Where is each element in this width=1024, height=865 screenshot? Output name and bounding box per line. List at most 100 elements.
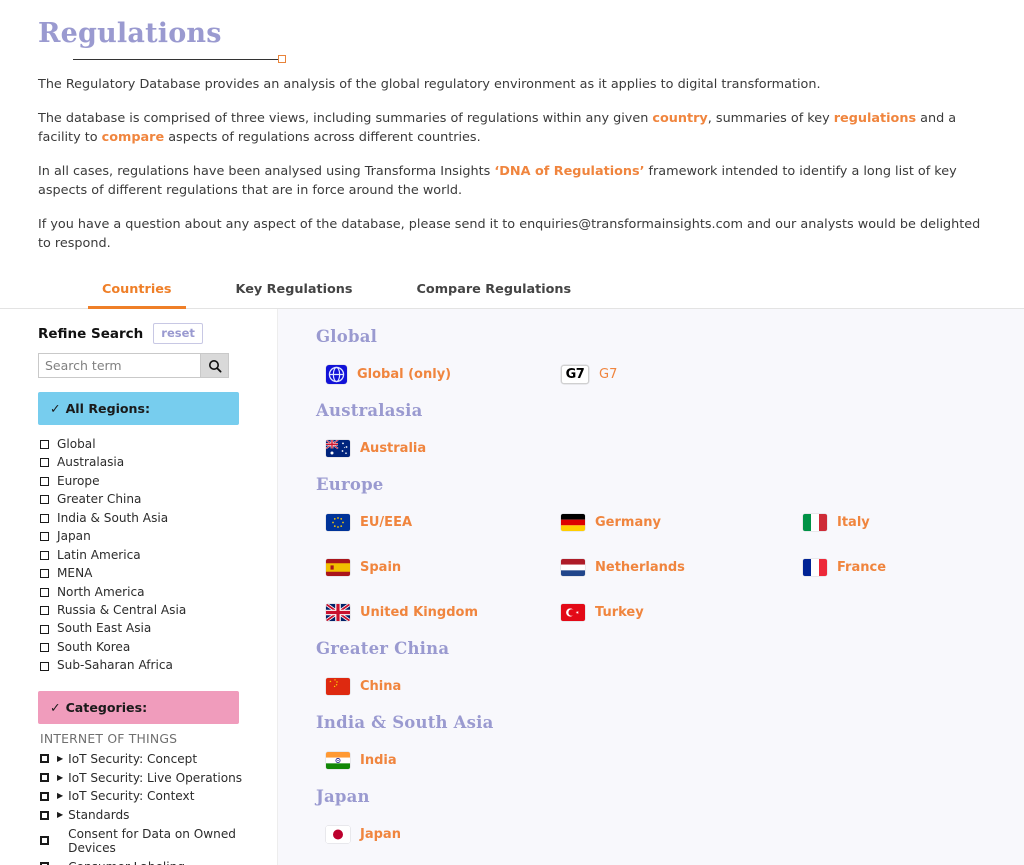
country-name: United Kingdom [360,605,478,620]
category-list: ▶IoT Security: Concept▶IoT Security: Liv… [0,749,277,865]
country-name: China [360,679,401,694]
categories-header[interactable]: ✓ Categories: [38,691,239,724]
checkbox-icon[interactable] [40,514,49,523]
inline-link[interactable]: regulations [834,111,916,126]
flag-italy [803,514,827,531]
checkbox-icon[interactable] [40,569,49,578]
region-title: Japan [316,787,1024,806]
region-filter-item[interactable]: Japan [40,527,277,545]
category-item[interactable]: ▶ IoT Security: Live Operations [40,768,277,787]
category-item[interactable]: ▶IoT Security: Concept [40,749,277,768]
checkbox-icon[interactable] [40,606,49,615]
region-block: Greater China China [278,639,1024,709]
flag-netherlands [561,559,585,576]
checkbox-icon[interactable] [40,811,49,820]
region-block: GlobalGlobal (only)G7G7 [278,327,1024,397]
region-filter-label: Japan [57,530,91,543]
flag-japan [326,826,350,843]
region-filter-item[interactable]: Sub-Saharan Africa [40,657,277,675]
categories-label: Categories: [66,700,148,715]
country-link-france[interactable]: France [803,545,1024,590]
category-item[interactable]: ▶Standards [40,806,277,825]
region-filter-label: South Korea [57,641,130,654]
checkbox-icon[interactable] [40,477,49,486]
refine-search-row: Refine Search reset [0,323,277,344]
checkbox-icon[interactable] [40,792,49,801]
category-item[interactable]: ▶Consumer Labeling [40,857,277,865]
search-input[interactable] [38,353,200,378]
title-rule-marker [278,55,286,63]
region-title: Australasia [316,401,1024,420]
country-link-china[interactable]: China [326,664,561,709]
region-filter-item[interactable]: MENA [40,564,277,582]
country-link-japan[interactable]: Japan [326,812,561,857]
paragraph-text: The Regulatory Database provides an anal… [38,77,821,92]
country-link-germany[interactable]: Germany [561,500,803,545]
country-link-g7[interactable]: G7G7 [561,352,803,397]
all-regions-header[interactable]: ✓ All Regions: [38,392,239,425]
country-link-united-kingdom[interactable]: United Kingdom [326,590,561,635]
region-filter-item[interactable]: South Korea [40,638,277,656]
category-item[interactable]: ▶Consent for Data on Owned Devices [40,824,277,857]
regulations-page: Regulations The Regulatory Database prov… [0,0,1024,865]
intro-paragraph: In all cases, regulations have been anal… [38,162,986,201]
tab-countries[interactable]: Countries [88,282,186,309]
checkbox-icon[interactable] [40,625,49,634]
checkbox-icon[interactable] [40,551,49,560]
category-item-label: IoT Security: Live Operations [68,771,242,785]
inline-link[interactable]: country [652,111,707,126]
country-link-netherlands[interactable]: Netherlands [561,545,803,590]
checkbox-icon[interactable] [40,495,49,504]
country-grid: Global (only)G7G7 [278,352,1024,397]
checkbox-icon[interactable] [40,754,49,763]
category-item[interactable]: ▶IoT Security: Context [40,787,277,806]
country-grid: China [278,664,1024,709]
region-filter-item[interactable]: Global [40,435,277,453]
inline-link[interactable]: ‘DNA of Regulations’ [494,164,644,179]
expand-arrow-icon[interactable]: ▶ [57,774,63,782]
country-link-spain[interactable]: Spain [326,545,561,590]
country-link-italy[interactable]: Italy [803,500,1024,545]
region-title: Greater China [316,639,1024,658]
expand-arrow-icon[interactable]: ▶ [57,792,63,800]
inline-link[interactable]: compare [102,130,165,145]
checkbox-icon[interactable] [40,836,49,845]
expand-arrow-icon[interactable]: ▶ [57,755,63,763]
flag-eu [326,514,350,531]
country-link-turkey[interactable]: Turkey [561,590,803,635]
checkbox-icon[interactable] [40,773,49,782]
country-link-eu-eea[interactable]: EU/EEA [326,500,561,545]
tab-key-regulations[interactable]: Key Regulations [222,282,367,309]
intro-paragraph: The Regulatory Database provides an anal… [38,75,986,95]
reset-button[interactable]: reset [153,323,203,344]
region-filter-list: GlobalAustralasiaEuropeGreater ChinaIndi… [0,435,277,675]
categories-check-icon: ✓ [50,700,61,715]
intro-paragraph: If you have a question about any aspect … [38,215,986,254]
search-button[interactable] [200,353,229,378]
country-name: G7 [599,367,617,382]
checkbox-icon[interactable] [40,458,49,467]
checkbox-icon[interactable] [40,440,49,449]
tab-compare-regulations[interactable]: Compare Regulations [403,282,586,309]
region-filter-item[interactable]: Russia & Central Asia [40,601,277,619]
checkbox-icon[interactable] [40,643,49,652]
region-filter-item[interactable]: Greater China [40,491,277,509]
checkbox-icon[interactable] [40,662,49,671]
search-icon [208,359,222,373]
country-link-global-only-[interactable]: Global (only) [326,352,561,397]
regions-check-icon: ✓ [50,401,61,416]
region-filter-item[interactable]: Europe [40,472,277,490]
region-filter-item[interactable]: North America [40,583,277,601]
region-filter-label: North America [57,586,145,599]
country-name: Turkey [595,605,644,620]
all-regions-label: All Regions: [66,401,151,416]
region-filter-item[interactable]: Australasia [40,454,277,472]
region-filter-item[interactable]: Latin America [40,546,277,564]
region-filter-item[interactable]: South East Asia [40,620,277,638]
checkbox-icon[interactable] [40,532,49,541]
expand-arrow-icon[interactable]: ▶ [57,811,63,819]
region-filter-item[interactable]: India & South Asia [40,509,277,527]
checkbox-icon[interactable] [40,588,49,597]
country-link-australia[interactable]: Australia [326,426,561,471]
country-link-india[interactable]: India [326,738,561,783]
